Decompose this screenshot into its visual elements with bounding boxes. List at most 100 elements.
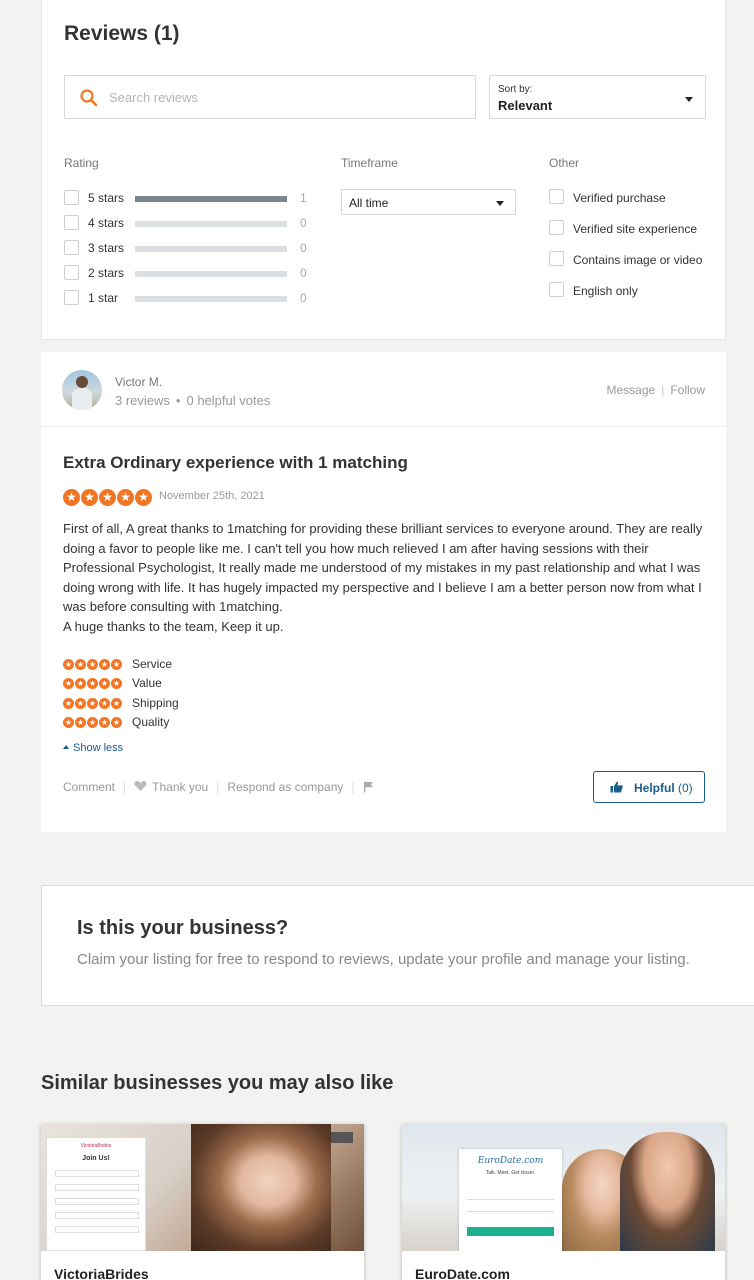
helpful-count: (0) (678, 781, 693, 795)
review-footer-actions: Comment | Thank you | Respond as company… (63, 780, 374, 794)
thumbnail-logo-text: EuroDate.com (477, 1156, 544, 1166)
rating-heading: Rating (64, 156, 99, 170)
chevron-down-icon (496, 201, 504, 206)
english-only-checkbox[interactable] (549, 282, 564, 297)
star-icon (63, 717, 74, 728)
business-thumbnail: EuroDate.com Talk. Meet. Get closer. (402, 1124, 725, 1251)
other-filter-row[interactable]: Contains image or video (549, 251, 719, 269)
verified-purchase-checkbox[interactable] (549, 189, 564, 204)
rating-count: 0 (300, 291, 307, 305)
rating-bar (135, 246, 287, 252)
show-less-link[interactable]: Show less (63, 742, 123, 754)
rating-checkbox[interactable] (64, 240, 79, 255)
review-paragraph: A huge thanks to the team, Keep it up. (63, 618, 284, 634)
thumbnail-tagline: Talk. Meet. Get closer. (485, 1170, 536, 1176)
rating-filter-row[interactable]: 1 star 0 (64, 290, 314, 308)
rating-filter-row[interactable]: 4 stars 0 (64, 215, 314, 233)
thumbs-up-icon (610, 781, 623, 793)
star-icon (135, 489, 152, 506)
other-filter-row[interactable]: Verified purchase (549, 189, 719, 207)
thumbnail-signup-form: EuroDate.com Talk. Meet. Get closer. (459, 1149, 562, 1251)
reviews-filter-card: Reviews (1) Sort by: Relevant Rating Tim… (41, 0, 726, 340)
rating-filter-row[interactable]: 3 stars 0 (64, 240, 314, 258)
other-filter-row[interactable]: English only (549, 282, 719, 300)
star-icon (63, 659, 74, 670)
rating-bar (135, 271, 287, 277)
message-link[interactable]: Message (606, 383, 655, 397)
rating-checkbox[interactable] (64, 190, 79, 205)
claim-business-card: Is this your business? Claim your listin… (41, 885, 754, 1006)
search-input[interactable] (109, 76, 459, 118)
respond-as-company-link[interactable]: Respond as company (227, 780, 343, 794)
other-filter-label: English only (573, 284, 638, 298)
claim-business-title: Is this your business? (77, 917, 289, 939)
star-icon (111, 698, 122, 709)
comment-link[interactable]: Comment (63, 780, 115, 794)
sub-rating-stars (63, 698, 122, 709)
rating-filter-row[interactable]: 5 stars 1 (64, 190, 314, 208)
reviews-title: Reviews (1) (64, 22, 180, 45)
similar-business-card[interactable]: EuroDate.com Talk. Meet. Get closer. Eur… (402, 1124, 725, 1280)
reviewer-actions: Message | Follow (606, 383, 705, 397)
star-icon (99, 678, 110, 689)
star-icon (63, 489, 80, 506)
star-icon (117, 489, 134, 506)
rating-label: 1 star (88, 291, 119, 305)
reviewer-meta: 3 reviews • 0 helpful votes (115, 393, 271, 408)
review-body: First of all, A great thanks to 1matchin… (63, 519, 708, 636)
star-icon (99, 717, 110, 728)
rating-count: 0 (300, 216, 307, 230)
claim-business-text: Claim your listing for free to respond t… (77, 951, 690, 968)
reviewer-helpful-votes: 0 helpful votes (186, 393, 271, 408)
timeframe-select[interactable]: All time (341, 189, 516, 215)
rating-filter-row[interactable]: 2 stars 0 (64, 265, 314, 283)
heart-icon (134, 781, 147, 791)
similar-business-name: EuroDate.com (415, 1266, 510, 1280)
reviewer-name[interactable]: Victor M. (115, 375, 162, 389)
star-icon (99, 489, 116, 506)
reviewer-header: Victor M. 3 reviews • 0 helpful votes Mess… (41, 352, 726, 427)
search-box[interactable] (64, 75, 476, 119)
helpful-button[interactable]: Helpful (0) (593, 771, 705, 803)
rating-bar (135, 196, 287, 202)
sub-rating-label: Service (132, 657, 173, 671)
sort-value: Relevant (498, 98, 553, 113)
thank-you-link[interactable]: Thank you (134, 780, 208, 794)
sub-rating-label: Shipping (132, 696, 179, 710)
similar-business-name: VictoriaBrides (54, 1266, 149, 1280)
timeframe-heading: Timeframe (341, 156, 398, 170)
verified-site-experience-checkbox[interactable] (549, 220, 564, 235)
sort-select[interactable]: Sort by: Relevant (489, 75, 706, 119)
contains-media-checkbox[interactable] (549, 251, 564, 266)
rating-count: 0 (300, 241, 307, 255)
helpful-label: Helpful (634, 781, 675, 795)
business-thumbnail: VictoriaBrides Join Us! (41, 1124, 364, 1251)
rating-label: 3 stars (88, 241, 125, 255)
rating-bar-fill (135, 196, 287, 202)
sub-rating-stars (63, 659, 122, 670)
rating-checkbox[interactable] (64, 215, 79, 230)
review-title: Extra Ordinary experience with 1 matchin… (63, 453, 408, 472)
star-icon (111, 717, 122, 728)
other-filter-label: Contains image or video (573, 253, 703, 267)
avatar[interactable] (62, 370, 102, 410)
sub-rating-stars (63, 717, 122, 728)
thumbnail-logo-text: VictoriaBrides (80, 1143, 112, 1149)
star-icon (75, 678, 86, 689)
rating-checkbox[interactable] (64, 290, 79, 305)
rating-checkbox[interactable] (64, 265, 79, 280)
sub-rating-label: Quality (132, 715, 170, 729)
rating-count: 1 (300, 191, 307, 205)
sub-rating-stars (63, 678, 122, 689)
similar-business-card[interactable]: VictoriaBrides Join Us! VictoriaBrides (41, 1124, 364, 1280)
star-icon (111, 678, 122, 689)
similar-businesses-title: Similar businesses you may also like (41, 1072, 394, 1094)
star-icon (99, 698, 110, 709)
other-filter-row[interactable]: Verified site experience (549, 220, 719, 238)
follow-link[interactable]: Follow (670, 383, 705, 397)
rating-label: 2 stars (88, 266, 125, 280)
star-icon (75, 659, 86, 670)
sub-rating-label: Value (132, 676, 162, 690)
other-filter-label: Verified purchase (573, 191, 666, 205)
flag-icon[interactable] (363, 781, 374, 793)
